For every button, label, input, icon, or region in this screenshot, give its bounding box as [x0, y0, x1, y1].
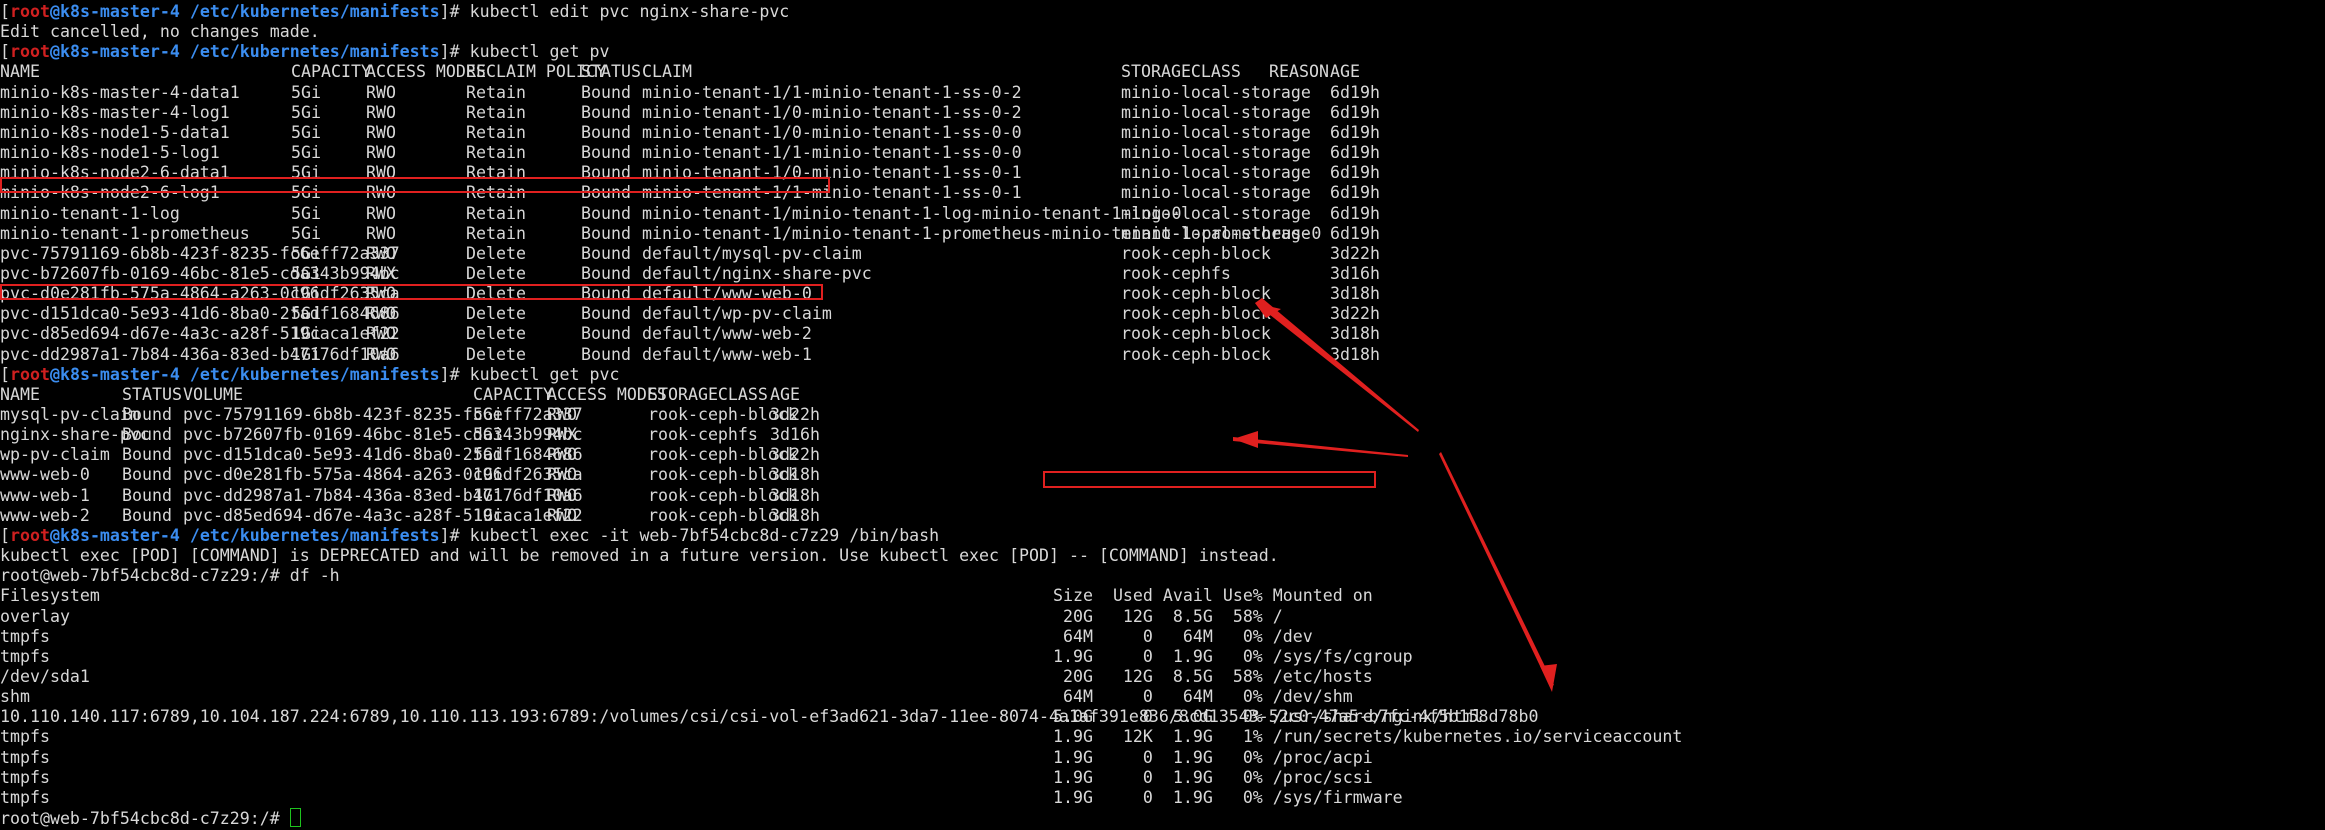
arrow-to-pv-row — [1255, 298, 1419, 432]
arrow-to-pvc-row-head — [1233, 431, 1258, 448]
arrow-to-df-row-head — [1540, 664, 1557, 692]
arrow-to-df-row — [1439, 452, 1554, 687]
arrow-to-pvc-row — [1233, 437, 1408, 457]
annotation-overlay — [1233, 298, 1557, 692]
